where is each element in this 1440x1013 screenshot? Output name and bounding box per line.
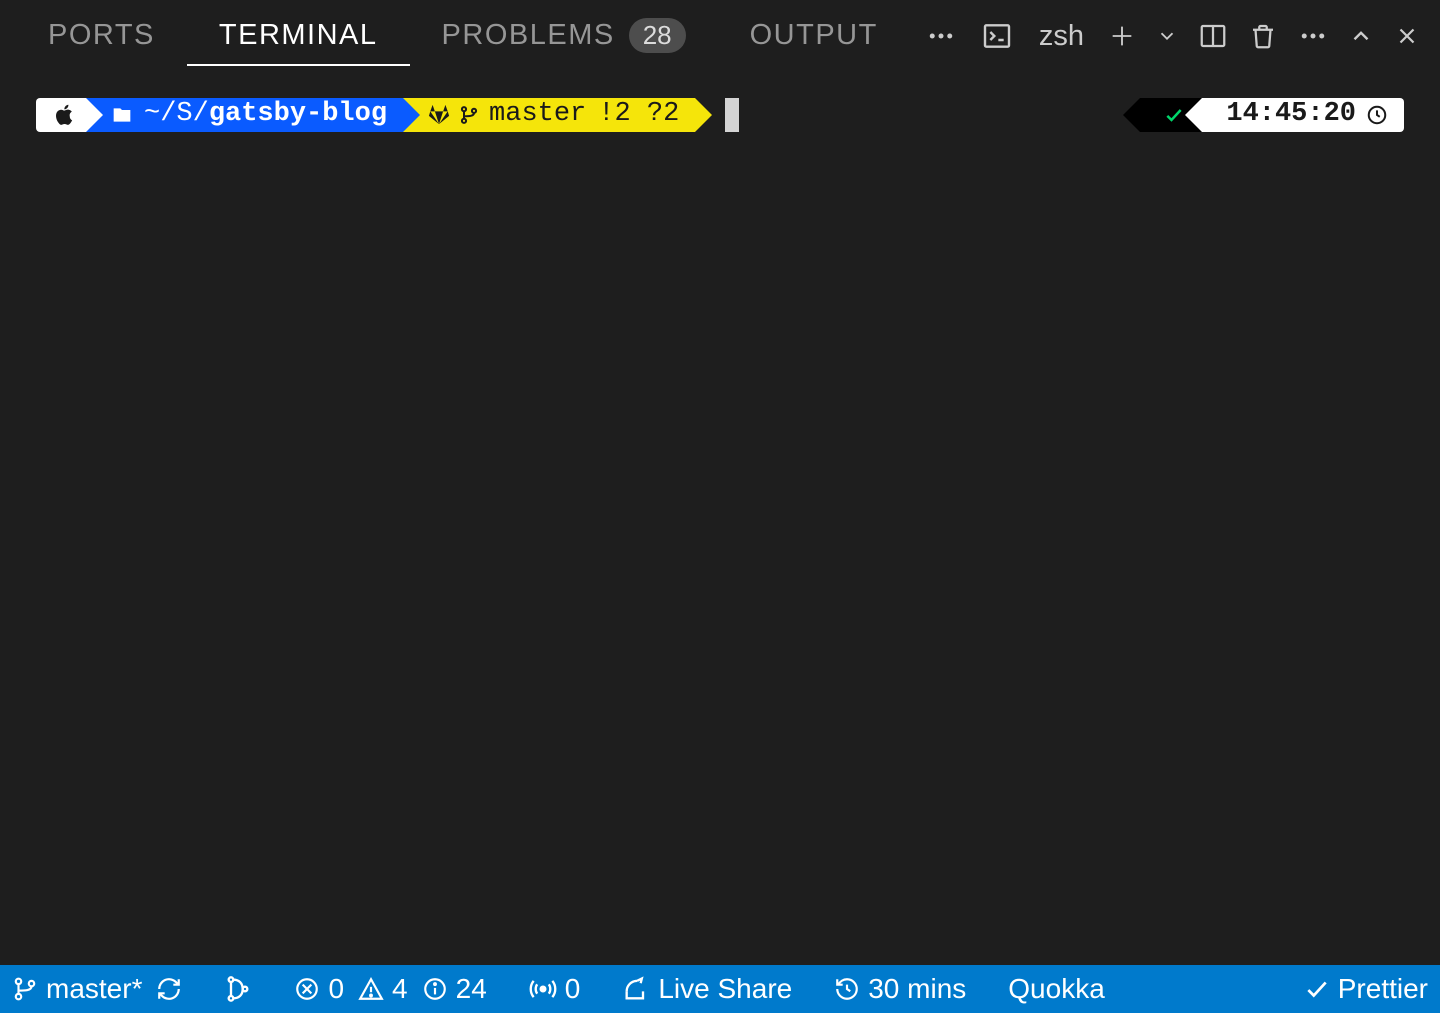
problems-count-badge: 28 [629, 18, 686, 53]
maximize-panel-icon[interactable] [1348, 23, 1374, 49]
status-errors: 0 [328, 973, 344, 1005]
gitlab-icon [427, 104, 451, 126]
prompt-line: ~/S/gatsby-blog master !2 ?2 [36, 98, 1404, 132]
status-quokka[interactable]: Quokka [1000, 973, 1113, 1005]
close-panel-icon[interactable] [1394, 23, 1420, 49]
kill-terminal-icon[interactable] [1248, 21, 1278, 51]
status-live-share[interactable]: Live Share [614, 973, 800, 1005]
folder-icon [110, 105, 134, 125]
status-branch-name: master* [46, 973, 142, 1005]
tab-terminal[interactable]: TERMINAL [187, 7, 410, 66]
prompt-time-segment: 14:45:20 [1202, 98, 1404, 132]
status-info: 24 [456, 973, 487, 1005]
tab-problems-label: PROBLEMS [442, 19, 615, 52]
clock-icon [1366, 104, 1388, 126]
prompt-git-flags: !2 ?2 [598, 100, 679, 130]
history-icon [834, 976, 860, 1002]
new-terminal-icon[interactable] [1108, 22, 1136, 50]
tab-ports[interactable]: PORTS [16, 7, 187, 66]
status-problems[interactable]: 0 4 24 [286, 973, 494, 1005]
prompt-time: 14:45:20 [1226, 100, 1356, 130]
sync-icon [156, 976, 182, 1002]
status-timer[interactable]: 30 mins [826, 973, 974, 1005]
warning-icon [358, 976, 384, 1002]
status-ports[interactable]: 0 [521, 973, 589, 1005]
prompt-branch: master [489, 100, 586, 130]
terminal-profile-icon[interactable] [981, 20, 1013, 52]
prompt-path-segment: ~/S/gatsby-blog [86, 98, 403, 132]
status-ports-count: 0 [565, 973, 581, 1005]
prompt-git-segment: master !2 ?2 [403, 98, 695, 132]
status-prettier-label: Prettier [1338, 973, 1428, 1005]
prompt-path-dir: gatsby-blog [209, 100, 387, 130]
status-warnings: 4 [392, 973, 408, 1005]
info-icon [422, 976, 448, 1002]
status-timer-label: 30 mins [868, 973, 966, 1005]
terminal-toolbar: zsh [981, 20, 1424, 53]
status-quokka-label: Quokka [1008, 973, 1105, 1005]
prompt-os-segment [36, 98, 86, 132]
status-bar: master* 0 4 24 0 Live Share 30 mins Quok… [0, 965, 1440, 1013]
error-icon [294, 976, 320, 1002]
terminal-dropdown-icon[interactable] [1156, 25, 1178, 47]
panel-tabs: PORTS TERMINAL PROBLEMS 28 OUTPUT zsh [0, 0, 1440, 72]
check-icon [1164, 105, 1184, 125]
status-live-share-label: Live Share [658, 973, 792, 1005]
check-icon [1304, 976, 1330, 1002]
apple-icon [54, 102, 76, 128]
more-actions-icon[interactable] [1298, 21, 1328, 51]
status-prettier[interactable]: Prettier [1296, 973, 1436, 1005]
tabs-overflow-icon[interactable] [910, 21, 972, 51]
tab-output[interactable]: OUTPUT [718, 7, 910, 66]
terminal-cursor [725, 98, 739, 132]
terminal-output[interactable]: ~/S/gatsby-blog master !2 ?2 [0, 72, 1440, 158]
split-terminal-icon[interactable] [1198, 21, 1228, 51]
prompt-path-prefix: ~/S/ [144, 100, 209, 130]
tab-problems[interactable]: PROBLEMS 28 [410, 6, 718, 67]
share-icon [622, 975, 650, 1003]
antenna-icon [529, 975, 557, 1003]
git-branch-icon [459, 103, 479, 127]
status-graph-icon[interactable] [216, 975, 260, 1003]
prompt-right: 14:45:20 [1140, 98, 1404, 132]
status-branch[interactable]: master* [4, 973, 190, 1005]
shell-name[interactable]: zsh [1039, 20, 1084, 53]
